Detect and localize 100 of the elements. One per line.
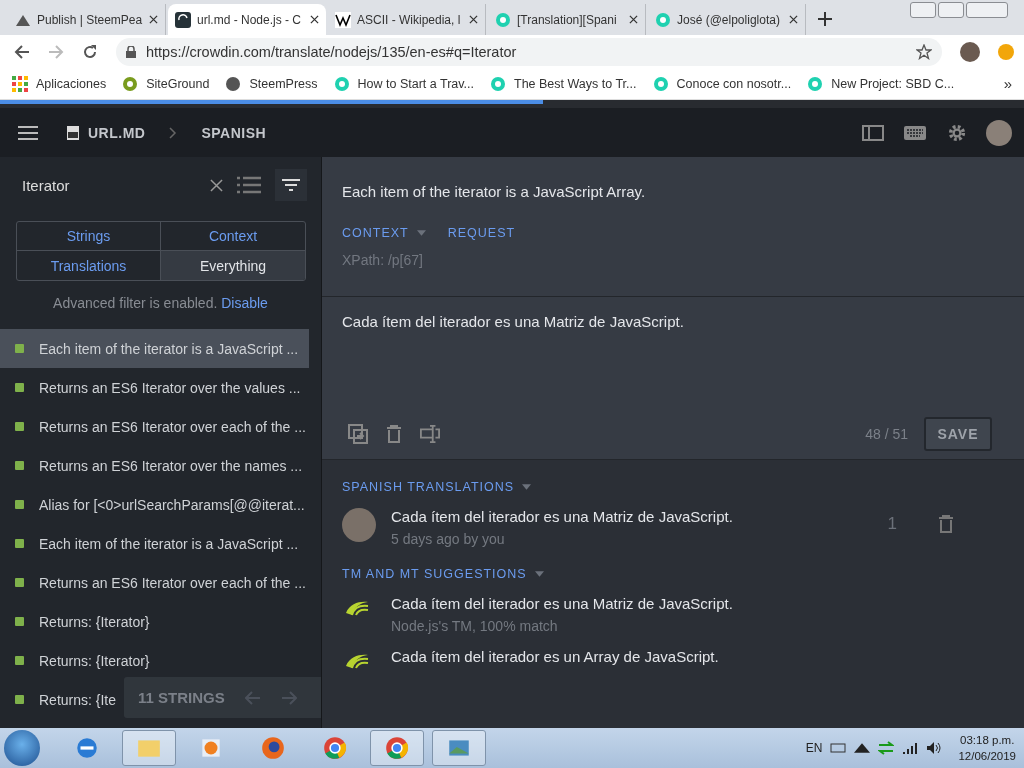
suggestion-text: Cada ítem del iterador es un Array de JavaScript. xyxy=(391,648,720,665)
keyboard-icon[interactable] xyxy=(904,123,926,142)
bookmark-link[interactable]: How to Start a Trav... xyxy=(333,75,474,92)
sidebar-layout-icon[interactable] xyxy=(862,123,884,142)
string-list-item[interactable]: Returns: {Iterator} xyxy=(0,602,154,641)
wikipedia-w-icon xyxy=(335,11,351,28)
close-icon[interactable] xyxy=(310,15,319,24)
text-cursor-icon[interactable] xyxy=(420,424,440,444)
trash-icon[interactable] xyxy=(936,514,956,534)
string-text: Returns an ES6 Iterator over the values ... xyxy=(39,379,301,396)
menu-icon[interactable] xyxy=(18,124,38,141)
string-list-item[interactable]: Each item of the iterator is a JavaScript ... xyxy=(0,329,309,368)
string-list-item[interactable]: Each item of the iterator is a JavaScript ... xyxy=(0,524,303,563)
copy-source-icon[interactable] xyxy=(348,424,368,444)
suggestion-meta: Node.js's TM, 100% match xyxy=(391,618,559,634)
forward-icon[interactable] xyxy=(48,43,64,60)
string-list-item[interactable]: Returns: {Iterator} xyxy=(0,641,154,680)
section-heading[interactable]: SPANISH TRANSLATIONS xyxy=(342,480,515,494)
show-hidden-icons-icon[interactable] xyxy=(854,741,871,755)
request-link[interactable]: REQUEST xyxy=(447,226,516,240)
tab-title: url.md - Node.js - C xyxy=(197,12,303,27)
tab-title: ASCII - Wikipedia, l xyxy=(357,12,462,27)
clear-icon[interactable] xyxy=(210,178,223,192)
address-bar[interactable]: https://crowdin.com/translate/nodejs/135/en-es#q=Iterator xyxy=(116,37,942,66)
language-name[interactable]: SPANISH xyxy=(201,124,267,141)
string-text: Returns an ES6 Iterator over each of the ... xyxy=(39,574,306,591)
input-language[interactable]: EN xyxy=(805,741,823,755)
signal-bars-icon[interactable] xyxy=(902,741,919,755)
bookmark-link[interactable]: Conoce con nosotr... xyxy=(652,75,792,92)
suggestion-item[interactable]: Cada ítem del iterador es un Array de JavaScript. xyxy=(342,648,1004,670)
dropdown-caret-icon[interactable] xyxy=(416,230,426,236)
chrome-taskbar-icon[interactable] xyxy=(370,730,424,766)
apps-grid-icon xyxy=(12,75,28,92)
string-list-item[interactable]: Returns an ES6 Iterator over each of the ... xyxy=(0,563,310,602)
filter-note: Advanced filter is enabled. Disable xyxy=(52,295,269,311)
string-list-item[interactable]: Alias for [<0>urlSearchParams[@@iterat... xyxy=(0,485,309,524)
filter-icon xyxy=(282,179,300,191)
chevron-icon xyxy=(169,126,178,139)
translation-meta: 5 days ago by you xyxy=(391,531,506,547)
source-text: Each item of the iterator is a JavaScript Array. xyxy=(342,183,647,200)
section-heading[interactable]: TM AND MT SUGGESTIONS xyxy=(342,567,527,581)
tab-title: Publish | SteemPea xyxy=(37,12,143,27)
translator-avatar xyxy=(342,508,376,542)
trash-icon[interactable] xyxy=(384,424,404,444)
clock[interactable]: 03:18 p.m. 12/06/2019 xyxy=(958,732,1016,764)
string-text: Returns an ES6 Iterator over the names ... xyxy=(39,457,303,474)
translation-text: Cada ítem del iterador es una Matriz de JavaScript. xyxy=(391,508,734,525)
tab-title: José (@elpoliglota) xyxy=(677,12,781,27)
start-button[interactable] xyxy=(4,730,40,766)
bookmark-link[interactable]: Aplicaciones xyxy=(12,75,107,92)
translation-input[interactable]: Cada ítem del iterador es una Matriz de JavaScript. xyxy=(342,313,1004,417)
string-list-item[interactable]: Returns an ES6 Iterator over each of the ... xyxy=(0,407,310,446)
filter-tab[interactable]: Everything xyxy=(161,251,305,280)
reload-icon[interactable] xyxy=(82,43,98,60)
close-icon[interactable] xyxy=(629,15,638,24)
profile-avatar[interactable] xyxy=(960,41,980,62)
browser-tab[interactable]: url.md - Node.js - C xyxy=(168,4,326,35)
disable-link[interactable]: Disable xyxy=(221,295,268,311)
new-tab-icon[interactable] xyxy=(818,12,832,26)
user-avatar[interactable] xyxy=(986,119,1012,146)
bookmark-link[interactable]: New Project: SBD C... xyxy=(807,75,955,92)
list-view-icon[interactable] xyxy=(237,176,261,194)
close-icon[interactable] xyxy=(469,15,478,24)
string-text: Returns: {Ite xyxy=(39,691,117,708)
window-controls-icon[interactable] xyxy=(910,2,1008,18)
bookmark-link[interactable]: The Best Ways to Tr... xyxy=(490,75,637,92)
save-button[interactable]: SAVE xyxy=(924,417,992,451)
bookmark-star-icon[interactable] xyxy=(916,43,932,60)
warning-icon[interactable] xyxy=(998,43,1014,60)
string-list-item[interactable]: Returns an ES6 Iterator over the values ... xyxy=(0,368,305,407)
more-bookmarks-icon[interactable]: » xyxy=(1003,75,1012,92)
lock-icon xyxy=(126,45,136,58)
bookmark-link[interactable]: SiteGround xyxy=(122,75,210,92)
string-text: Each item of the iterator is a JavaScript ... xyxy=(39,340,299,357)
swoosh-logo-icon xyxy=(344,599,370,617)
network-arrows-icon[interactable] xyxy=(878,741,895,755)
dropdown-caret-icon[interactable] xyxy=(522,484,532,490)
folder-taskbar-icon[interactable] xyxy=(122,730,176,766)
file-icon xyxy=(66,124,80,141)
close-icon[interactable] xyxy=(149,15,158,24)
string-text: Returns an ES6 Iterator over each of the ... xyxy=(39,418,306,435)
back-icon[interactable] xyxy=(14,43,30,60)
string-list-item[interactable]: Returns an ES6 Iterator over the names ... xyxy=(0,446,307,485)
file-name[interactable]: URL.MD xyxy=(88,124,146,141)
xpath-text: XPath: /p[67] xyxy=(342,252,424,268)
dropdown-caret-icon[interactable] xyxy=(534,571,544,577)
close-icon[interactable] xyxy=(789,15,798,24)
settings-icon[interactable] xyxy=(946,123,968,142)
context-link[interactable]: CONTEXT xyxy=(342,226,409,240)
filter-tab[interactable]: Strings xyxy=(17,222,161,251)
bookmark-link[interactable]: SteemPress xyxy=(225,75,318,92)
string-list-item[interactable]: Returns: {Ite xyxy=(0,680,121,719)
search-field[interactable]: Iterator xyxy=(14,174,212,196)
photo-viewer-taskbar-icon[interactable] xyxy=(432,730,486,766)
vote-count: 1 xyxy=(887,514,897,534)
string-text: Each item of the iterator is a JavaScript ... xyxy=(39,535,299,552)
volume-icon[interactable] xyxy=(926,741,943,755)
suggestion-item[interactable]: Cada ítem del iterador es una Matriz de JavaScript. Node.js's TM, 100% match xyxy=(342,595,1004,634)
keyboard-icon[interactable] xyxy=(830,741,847,755)
filter-button[interactable] xyxy=(275,169,307,201)
